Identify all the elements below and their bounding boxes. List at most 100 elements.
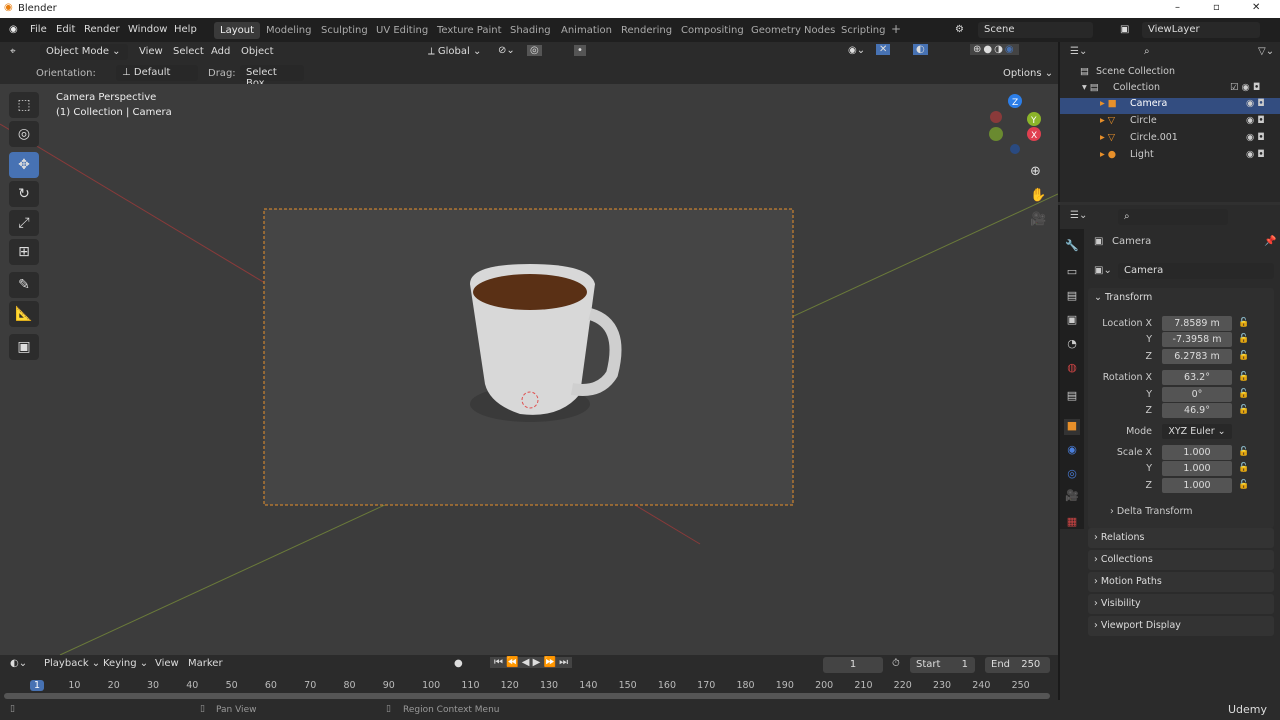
move-tool[interactable]: ✥ <box>9 152 39 178</box>
menu-view[interactable]: View <box>139 46 163 57</box>
blender-menu-icon[interactable]: ◉ <box>9 24 18 35</box>
keying-menu[interactable]: Keying ⌄ <box>103 658 148 669</box>
proportional-edit-icon[interactable]: • <box>574 45 586 56</box>
tab-animation[interactable]: Animation <box>561 25 612 36</box>
outliner-light[interactable]: ▸ ● Light ◉ ◘ <box>1060 149 1280 165</box>
tab-texture-paint[interactable]: Texture Paint <box>437 25 502 36</box>
viewport-display-panel[interactable]: › Viewport Display <box>1088 616 1274 636</box>
object-name-field[interactable]: Camera <box>1118 263 1274 279</box>
lock-icon[interactable]: 🔓 <box>1238 318 1249 328</box>
outliner-camera[interactable]: ▸ ■ Camera ◉ ◘ <box>1060 98 1280 114</box>
playback-menu[interactable]: Playback ⌄ <box>44 658 100 669</box>
pivot-icon[interactable]: ⊘⌄ <box>498 45 515 56</box>
scale-z-field[interactable]: 1.000 <box>1162 478 1232 493</box>
lock-icon[interactable]: 🔓 <box>1238 389 1249 399</box>
timeline-scrollbar[interactable] <box>4 693 1050 699</box>
tab-shading[interactable]: Shading <box>510 25 551 36</box>
lock-icon[interactable]: 🔓 <box>1238 334 1249 344</box>
menu-object[interactable]: Object <box>241 46 274 57</box>
select-box-tool[interactable]: ⬚ <box>9 92 39 118</box>
location-y-field[interactable]: -7.3958 m <box>1162 332 1232 347</box>
outliner-search[interactable]: ⌕ <box>1138 44 1248 60</box>
scale-x-field[interactable]: 1.000 <box>1162 445 1232 460</box>
outliner-circle-001[interactable]: ▸ ▽ Circle.001 ◉ ◘ <box>1060 132 1280 148</box>
relations-panel[interactable]: › Relations <box>1088 528 1274 548</box>
marker-menu[interactable]: Marker <box>188 658 223 669</box>
maximize-button[interactable]: ▫ <box>1213 2 1220 13</box>
delta-transform-subpanel[interactable]: › Delta Transform <box>1110 506 1192 517</box>
outliner-scene-collection[interactable]: ▤ Scene Collection <box>1060 66 1280 82</box>
collections-panel[interactable]: › Collections <box>1088 550 1274 570</box>
tab-scripting[interactable]: Scripting <box>841 25 885 36</box>
current-frame-field[interactable]: 1 <box>823 657 883 673</box>
output-tab-icon[interactable]: ▤ <box>1064 289 1080 305</box>
pan-hand-icon[interactable]: ✋ <box>1030 188 1046 203</box>
render-tab-icon[interactable]: ▭ <box>1064 265 1080 281</box>
location-z-field[interactable]: 6.2783 m <box>1162 349 1232 364</box>
tab-sculpting[interactable]: Sculpting <box>321 25 368 36</box>
properties-editor-type-icon[interactable]: ☰⌄ <box>1070 210 1087 221</box>
rotate-tool[interactable]: ↻ <box>9 181 39 207</box>
start-frame-field[interactable]: Start 1 <box>910 657 975 673</box>
outliner-display-mode-icon[interactable]: ☰⌄ <box>1070 46 1087 57</box>
menu-add[interactable]: Add <box>211 46 230 57</box>
editor-type-icon[interactable]: ⌖ <box>10 46 16 57</box>
constraints-tab-icon[interactable]: ◎ <box>1064 467 1080 483</box>
scene-field[interactable]: Scene <box>978 22 1093 38</box>
stopwatch-icon[interactable]: ⏱ <box>892 658 900 669</box>
world-tab-icon[interactable]: ◍ <box>1064 361 1080 377</box>
end-frame-field[interactable]: End 250 <box>985 657 1050 673</box>
cursor-tool[interactable]: ◎ <box>9 121 39 147</box>
scale-tool[interactable]: ⤢ <box>9 210 39 236</box>
tool-tab-icon[interactable]: 🔧 <box>1064 239 1080 255</box>
filter-icon[interactable]: ▽⌄ <box>1258 46 1274 57</box>
texture-tab-icon[interactable]: ▦ <box>1064 515 1080 531</box>
scene-icon[interactable]: ⚙ <box>955 24 964 35</box>
record-button[interactable]: ● <box>454 658 463 669</box>
rotation-mode-dropdown[interactable]: XYZ Euler ⌄ <box>1162 424 1232 439</box>
object-tab-icon[interactable]: ■ <box>1064 419 1080 435</box>
physics-tab-icon[interactable]: ◉ <box>1064 443 1080 459</box>
tab-layout[interactable]: Layout <box>214 22 260 39</box>
tab-modeling[interactable]: Modeling <box>266 25 312 36</box>
menu-file[interactable]: File <box>30 24 47 35</box>
orientation-dropdown[interactable]: ⊥ Default <box>116 65 198 81</box>
transform-orientation-dropdown[interactable]: ⟂ Global ⌄ <box>428 46 481 57</box>
lock-icon[interactable]: 🔓 <box>1238 447 1249 457</box>
close-button[interactable]: ✕ <box>1252 2 1260 13</box>
tab-uv-editing[interactable]: UV Editing <box>376 25 428 36</box>
view-layer-field[interactable]: ViewLayer <box>1142 22 1260 38</box>
playback-controls[interactable]: ⏮ ⏪ ◀ ▶ ⏩ ⏭ <box>490 657 573 668</box>
scale-y-field[interactable]: 1.000 <box>1162 461 1232 476</box>
visibility-panel[interactable]: › Visibility <box>1088 594 1274 614</box>
object-browse-icon[interactable]: ▣⌄ <box>1094 265 1112 276</box>
view-layer-tab-icon[interactable]: ▣ <box>1064 313 1080 329</box>
gizmo-toggle-icon[interactable]: ✕ <box>876 44 891 55</box>
tab-geometry-nodes[interactable]: Geometry Nodes <box>751 25 835 36</box>
timeline-editor-icon[interactable]: ◐⌄ <box>10 658 27 669</box>
drag-dropdown[interactable]: Select Box <box>240 65 304 89</box>
lock-icon[interactable]: 🔓 <box>1238 372 1249 382</box>
properties-search[interactable]: ⌕ <box>1118 209 1228 225</box>
camera-view-icon[interactable]: 🎥 <box>1030 212 1046 227</box>
add-workspace-button[interactable]: + <box>891 22 901 36</box>
shading-mode-buttons[interactable]: ⊕●◑◉ <box>970 44 1019 55</box>
menu-render[interactable]: Render <box>84 24 120 35</box>
lock-icon[interactable]: 🔓 <box>1238 480 1249 490</box>
tab-rendering[interactable]: Rendering <box>621 25 672 36</box>
overlay-toggle-icon[interactable]: ◐ <box>913 44 928 55</box>
transform-tool[interactable]: ⊞ <box>9 239 39 265</box>
timeline-view-menu[interactable]: View <box>155 658 179 669</box>
collection-tab-icon[interactable]: ▤ <box>1064 389 1080 405</box>
rotation-y-field[interactable]: 0° <box>1162 387 1232 402</box>
snap-icon[interactable]: ◎ <box>527 45 542 56</box>
location-x-field[interactable]: 7.8589 m <box>1162 316 1232 331</box>
minimize-button[interactable]: – <box>1175 2 1180 13</box>
outliner-circle[interactable]: ▸ ▽ Circle ◉ ◘ <box>1060 115 1280 131</box>
rotation-x-field[interactable]: 63.2° <box>1162 370 1232 385</box>
transform-panel-header[interactable]: ⌄ Transform <box>1094 292 1152 303</box>
zoom-icon[interactable]: ⊕ <box>1030 164 1041 179</box>
menu-edit[interactable]: Edit <box>56 24 75 35</box>
motion-paths-panel[interactable]: › Motion Paths <box>1088 572 1274 592</box>
scene-tab-icon[interactable]: ◔ <box>1064 337 1080 353</box>
